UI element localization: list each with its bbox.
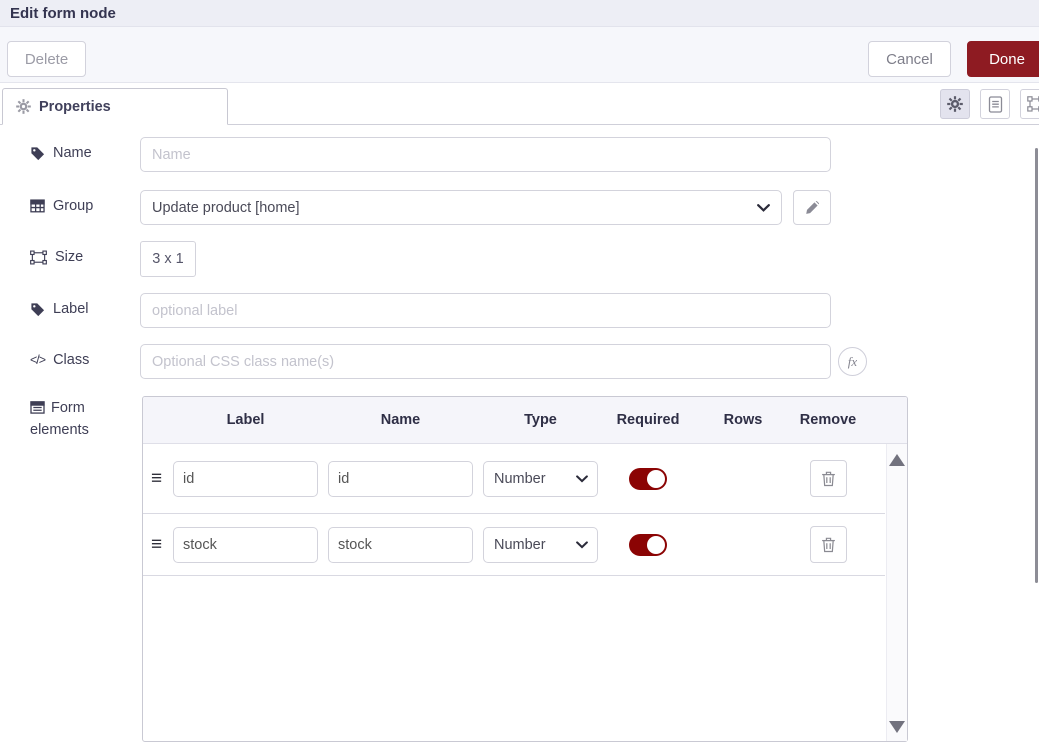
edit-group-button[interactable]: [793, 190, 831, 225]
size-button[interactable]: 3 x 1: [140, 241, 196, 277]
document-icon: [988, 96, 1003, 113]
class-field-label-text: Class: [53, 352, 89, 368]
table-header-row: Label Name Type Required Rows Remove: [143, 397, 907, 444]
scroll-down-icon[interactable]: [889, 721, 905, 733]
chevron-down-icon: [576, 475, 588, 483]
table-row: ≡ Number: [143, 514, 885, 576]
element-type-value: Number: [494, 537, 546, 553]
element-label-input[interactable]: [173, 527, 318, 563]
drag-handle-icon[interactable]: ≡: [151, 469, 173, 488]
tab-icon-group: [940, 89, 1039, 119]
form-elements-label: Form elements: [30, 397, 128, 441]
appearance-icon: [1027, 96, 1039, 112]
trash-icon: [821, 470, 836, 487]
group-select-value: Update product [home]: [152, 200, 300, 216]
size-field-label-text: Size: [55, 249, 83, 265]
header-name: Name: [328, 412, 473, 428]
label-input[interactable]: [140, 293, 831, 328]
required-toggle[interactable]: [629, 468, 667, 490]
name-input[interactable]: [140, 137, 831, 172]
drag-handle-icon[interactable]: ≡: [151, 535, 173, 554]
header-required: Required: [598, 412, 698, 428]
cancel-button[interactable]: Cancel: [868, 41, 951, 77]
group-field-label: Group: [30, 198, 93, 214]
remove-element-button[interactable]: [810, 526, 847, 563]
form-elements-table: Label Name Type Required Rows Remove ≡ N…: [142, 396, 908, 742]
delete-button[interactable]: Delete: [7, 41, 86, 77]
element-type-select[interactable]: Number: [483, 461, 598, 497]
tab-bar: Properties: [0, 83, 1039, 125]
tag-icon: [30, 302, 45, 317]
table-icon: [30, 199, 45, 213]
description-tab-button[interactable]: [980, 89, 1010, 119]
class-fx-button[interactable]: fx: [838, 347, 867, 376]
header-remove: Remove: [788, 412, 868, 428]
done-button[interactable]: Done: [967, 41, 1039, 77]
gear-icon: [16, 99, 31, 114]
element-type-select[interactable]: Number: [483, 527, 598, 563]
tab-properties-label: Properties: [39, 99, 111, 115]
chevron-down-icon: [576, 541, 588, 549]
object-size-icon: [30, 250, 47, 265]
pencil-icon: [805, 201, 819, 215]
trash-icon: [821, 536, 836, 553]
tab-properties[interactable]: Properties: [2, 88, 228, 125]
dialog-header: Edit form node: [0, 0, 1039, 27]
tag-icon: [30, 146, 45, 161]
properties-tab-button[interactable]: [940, 89, 970, 119]
scroll-up-icon[interactable]: [889, 454, 905, 466]
header-label: Label: [173, 412, 318, 428]
table-body: ≡ Number: [143, 444, 885, 576]
class-field-label: </> Class: [30, 352, 89, 368]
group-field-label-text: Group: [53, 198, 93, 214]
dialog-scrollbar[interactable]: [1035, 148, 1038, 583]
header-rows: Rows: [698, 412, 788, 428]
remove-element-button[interactable]: [810, 460, 847, 497]
name-field-label-text: Name: [53, 145, 92, 161]
name-field-label: Name: [30, 145, 92, 161]
element-type-value: Number: [494, 471, 546, 487]
dialog-toolbar: Delete Cancel Done: [0, 27, 1039, 83]
size-field-label: Size: [30, 249, 83, 265]
dialog-title: Edit form node: [10, 5, 116, 22]
element-label-input[interactable]: [173, 461, 318, 497]
label-field-label: Label: [30, 301, 88, 317]
table-scrollbar[interactable]: [886, 444, 907, 741]
header-type: Type: [483, 412, 598, 428]
appearance-tab-button[interactable]: [1020, 89, 1039, 119]
code-icon: </>: [30, 353, 45, 367]
group-select[interactable]: Update product [home]: [140, 190, 782, 225]
element-name-input[interactable]: [328, 461, 473, 497]
gear-icon: [947, 96, 963, 112]
element-name-input[interactable]: [328, 527, 473, 563]
list-icon: [30, 401, 45, 414]
chevron-down-icon: [757, 204, 770, 212]
label-field-label-text: Label: [53, 301, 88, 317]
table-row: ≡ Number: [143, 444, 885, 514]
required-toggle[interactable]: [629, 534, 667, 556]
class-input[interactable]: [140, 344, 831, 379]
